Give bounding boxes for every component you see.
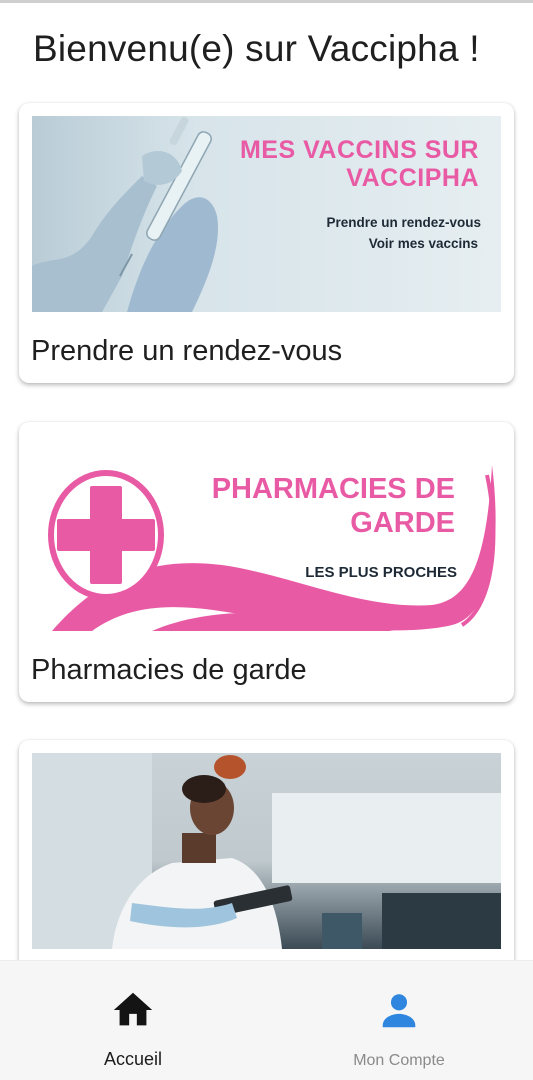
status-divider: [0, 0, 533, 3]
pharmacy-cross-icon: [48, 470, 164, 600]
banner-link-my-vaccines: Voir mes vaccins: [368, 236, 478, 251]
nav-item-home[interactable]: Accueil: [0, 961, 266, 1080]
page-title: Bienvenu(e) sur Vaccipha !: [33, 28, 480, 69]
pharmacies-banner-title: PHARMACIES DE GARDE: [211, 473, 455, 539]
appointment-card-label: Prendre un rendez-vous: [31, 335, 343, 367]
account-icon: [382, 994, 416, 1028]
pharmacies-card[interactable]: PHARMACIES DE GARDE LES PLUS PROCHES Pha…: [19, 422, 514, 702]
nav-label-account: Mon Compte: [353, 1052, 445, 1069]
nav-label-home: Accueil: [103, 1049, 163, 1069]
appointment-card[interactable]: MES VACCINS SUR VACCIPHA Prendre un rend…: [19, 103, 514, 383]
nurse-with-tablet-image: [32, 753, 501, 949]
pharmacies-banner-subtitle: LES PLUS PROCHES: [305, 564, 457, 581]
home-icon: [113, 992, 153, 1026]
nav-item-account[interactable]: Mon Compte: [266, 961, 532, 1080]
pharmacies-card-label: Pharmacies de garde: [31, 654, 307, 686]
vaccines-banner: MES VACCINS SUR VACCIPHA Prendre un rend…: [32, 116, 501, 312]
bottom-navigation: Accueil Mon Compte: [0, 960, 533, 1080]
nurse-photo: [32, 753, 501, 949]
vaccines-banner-title: MES VACCINS SUR VACCIPHA: [239, 136, 479, 192]
banner-link-appointment: Prendre un rendez-vous: [326, 215, 481, 230]
gloved-hand-syringe-image: [32, 116, 218, 312]
pharmacies-banner: PHARMACIES DE GARDE LES PLUS PROCHES: [32, 435, 501, 631]
